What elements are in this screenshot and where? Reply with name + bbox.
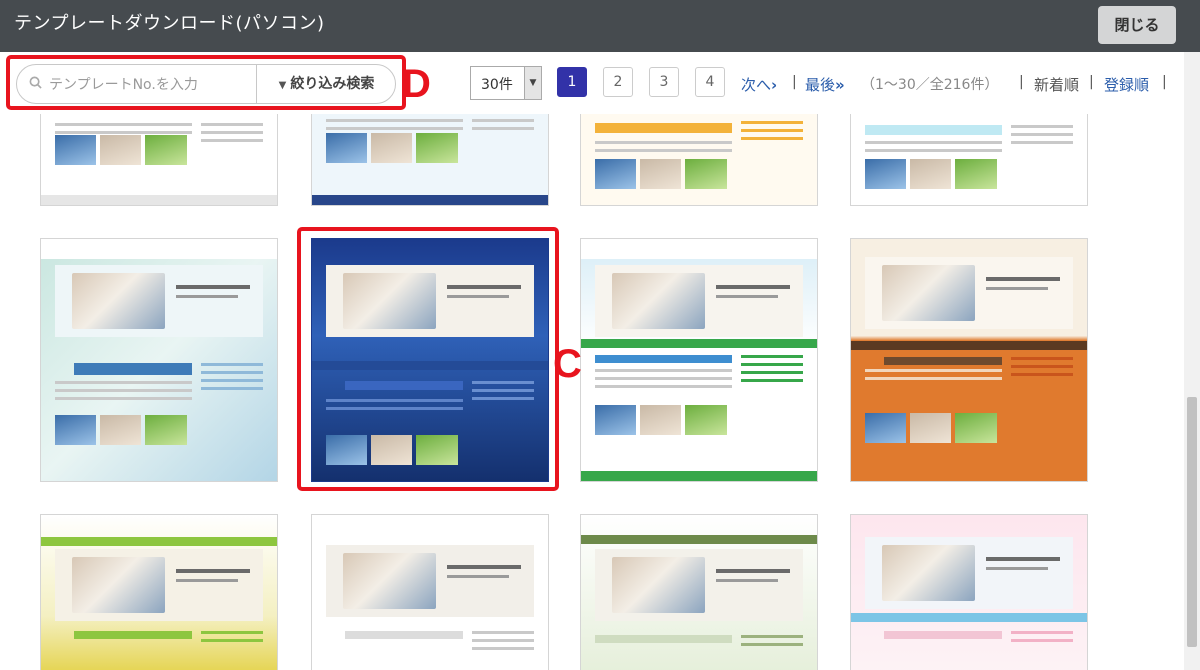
scrollbar[interactable] xyxy=(1184,52,1200,670)
sort-newest-link[interactable]: 新着順 xyxy=(1034,74,1079,95)
title-bar: テンプレートダウンロード(パソコン) 閉じる xyxy=(0,0,1200,52)
select-arrow-icon: ▼ xyxy=(524,67,541,99)
sort-registered-link[interactable]: 登録順 xyxy=(1104,74,1149,95)
page-1-button[interactable]: 1 xyxy=(557,67,587,97)
chevron-right-icon: › xyxy=(771,76,778,94)
annotation-label-c: C xyxy=(553,342,582,386)
page-3-button[interactable]: 3 xyxy=(649,67,679,97)
template-thumbnail[interactable] xyxy=(580,514,818,670)
last-page-link[interactable]: 最後» xyxy=(805,74,845,95)
separator: | xyxy=(1089,74,1094,90)
template-thumbnail[interactable] xyxy=(311,514,549,670)
template-thumbnail[interactable] xyxy=(580,114,818,206)
template-thumbnail[interactable] xyxy=(40,114,278,206)
close-button[interactable]: 閉じる xyxy=(1098,6,1176,44)
next-page-link[interactable]: 次へ› xyxy=(741,74,777,95)
page-2-button[interactable]: 2 xyxy=(603,67,633,97)
template-thumbnail[interactable] xyxy=(850,238,1088,482)
annotation-box-selected xyxy=(297,227,559,491)
separator: | xyxy=(792,74,797,90)
template-thumbnail[interactable] xyxy=(850,514,1088,670)
double-chevron-right-icon: » xyxy=(835,76,845,94)
separator: | xyxy=(1019,74,1024,90)
per-page-value: 30件 xyxy=(481,77,513,93)
page-4-button[interactable]: 4 xyxy=(695,67,725,97)
dialog-title: テンプレートダウンロード(パソコン) xyxy=(14,13,325,34)
separator: | xyxy=(1162,74,1167,90)
template-gallery: C xyxy=(0,114,1184,670)
per-page-select[interactable]: 30件 ▼ xyxy=(470,66,542,100)
annotation-box-search xyxy=(6,55,406,110)
toolbar: ▼絞り込み検索 D 30件 ▼ 1 2 3 4 次へ› | 最後» （1～30／… xyxy=(0,52,1184,114)
scrollbar-thumb[interactable] xyxy=(1187,397,1197,647)
template-thumbnail[interactable] xyxy=(40,238,278,482)
template-thumbnail[interactable] xyxy=(580,238,818,482)
template-thumbnail[interactable] xyxy=(40,514,278,670)
last-page-label: 最後 xyxy=(805,76,836,94)
annotation-label-d: D xyxy=(402,62,431,106)
next-page-label: 次へ xyxy=(741,76,772,94)
template-thumbnail[interactable] xyxy=(850,114,1088,206)
result-count: （1～30／全216件） xyxy=(861,77,999,93)
template-thumbnail[interactable] xyxy=(311,114,549,206)
